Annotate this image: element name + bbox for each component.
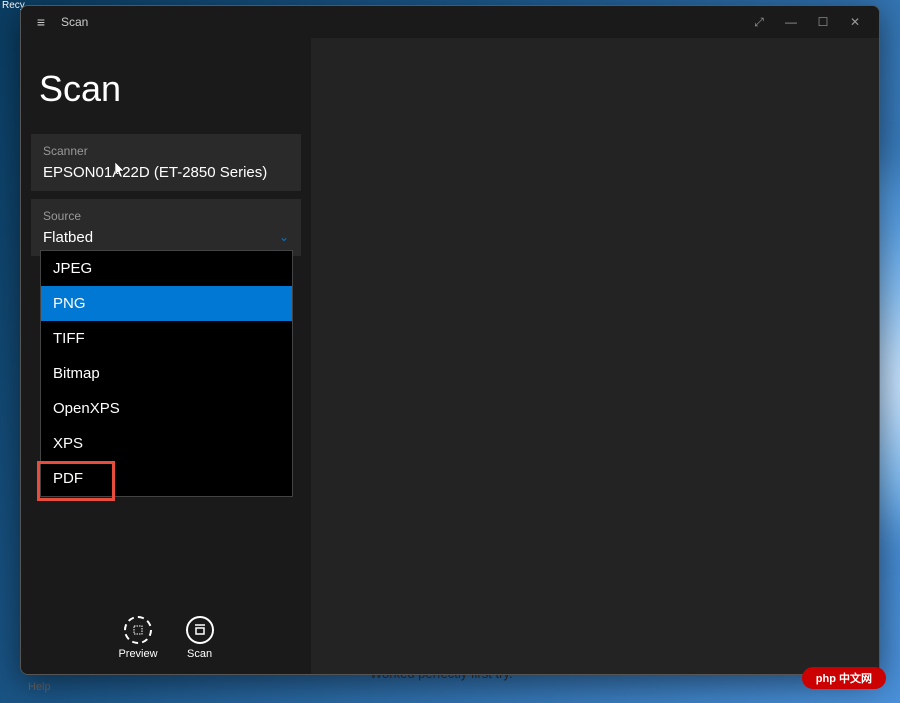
preview-icon (124, 616, 152, 644)
scan-button[interactable]: Scan (186, 616, 214, 660)
source-value: Flatbed (43, 229, 289, 246)
dropdown-item-pdf[interactable]: PDF (41, 461, 292, 496)
maximize-button[interactable]: ☐ (807, 8, 839, 36)
dropdown-item-bitmap[interactable]: Bitmap (41, 356, 292, 391)
dropdown-item-png[interactable]: PNG (41, 286, 292, 321)
source-label: Source (43, 209, 289, 223)
dropdown-item-jpeg[interactable]: JPEG (41, 251, 292, 286)
scanner-value: EPSON01A22D (ET-2850 Series) (43, 164, 289, 181)
minimize-button[interactable]: — (775, 8, 807, 36)
scan-icon (186, 616, 214, 644)
scan-app-window: ≡ Scan ⤢ — ☐ ✕ Scan Scanner EPSON01A22D … (20, 5, 880, 675)
bottom-actions: Preview Scan (21, 616, 311, 660)
chevron-down-icon: ⌄ (279, 230, 289, 244)
app-title: Scan (31, 54, 301, 134)
window-title: Scan (61, 15, 743, 29)
scanner-label: Scanner (43, 144, 289, 158)
scan-label: Scan (187, 648, 212, 660)
window-controls: ⤢ — ☐ ✕ (743, 8, 871, 36)
scanner-selector[interactable]: Scanner EPSON01A22D (ET-2850 Series) (31, 134, 301, 191)
hamburger-menu-icon[interactable]: ≡ (29, 10, 53, 34)
preview-button[interactable]: Preview (118, 616, 157, 660)
dropdown-item-tiff[interactable]: TIFF (41, 321, 292, 356)
help-label: Help (28, 681, 51, 693)
filetype-dropdown: JPEG PNG TIFF Bitmap OpenXPS XPS PDF (40, 250, 293, 497)
scan-preview-area (311, 38, 879, 674)
source-selector[interactable]: Source Flatbed ⌄ (31, 199, 301, 256)
restore-diagonal-icon[interactable]: ⤢ (743, 8, 775, 36)
watermark-badge: php 中文网 (802, 667, 886, 689)
close-button[interactable]: ✕ (839, 8, 871, 36)
dropdown-item-openxps[interactable]: OpenXPS (41, 391, 292, 426)
titlebar[interactable]: ≡ Scan ⤢ — ☐ ✕ (21, 6, 879, 38)
dropdown-item-xps[interactable]: XPS (41, 426, 292, 461)
preview-label: Preview (118, 648, 157, 660)
